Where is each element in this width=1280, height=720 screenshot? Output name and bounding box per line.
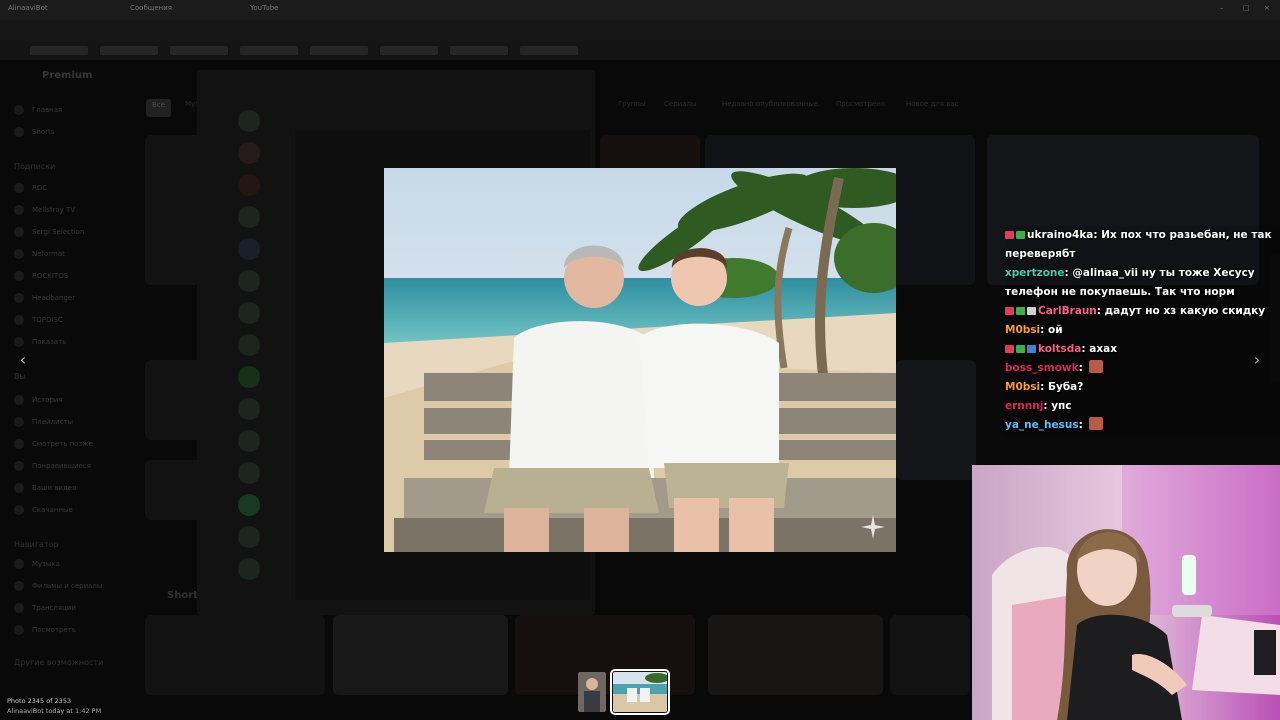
- chat-message: M0bsi: ой: [1005, 324, 1063, 336]
- streamer-webcam: [972, 465, 1280, 720]
- bookmarks-bar: [0, 42, 1280, 60]
- chat-username[interactable]: M0bsi: [1005, 324, 1040, 336]
- chat-username[interactable]: CarlBraun: [1038, 305, 1097, 317]
- previous-photo-button[interactable]: ‹: [15, 350, 31, 370]
- bookmark[interactable]: [30, 46, 88, 55]
- chat-message-text: Буба?: [1047, 381, 1084, 393]
- browser-tab[interactable]: YouTube: [250, 4, 278, 17]
- chat-username[interactable]: ukraino4ka: [1027, 229, 1093, 241]
- photo-sender-meta: AlinaaviBot today at 1:42 PM: [7, 707, 102, 715]
- tab-label: AlinaaviBot: [8, 4, 48, 12]
- chat-message: boss_smowk:: [1005, 359, 1280, 378]
- beach-photo-image: [384, 168, 896, 552]
- chat-message: CarlBraun: дадут но хз какую скидку: [1005, 302, 1280, 321]
- stream-chat: ukraino4ka: Их пох что разьебан, не так …: [1005, 226, 1280, 436]
- chat-badge-icon: [1005, 307, 1014, 315]
- chat-badge-icon: [1016, 307, 1025, 315]
- viewer-photo: [384, 168, 896, 552]
- chat-message: ernnnj: упс: [1005, 400, 1072, 412]
- minimize-button[interactable]: –: [1220, 4, 1224, 17]
- chat-badge-icon: [1027, 307, 1036, 315]
- chat-username[interactable]: boss_smowk: [1005, 362, 1079, 374]
- sparkle-icon: [860, 514, 886, 540]
- chat-message: M0bsi: Буба?: [1005, 381, 1084, 393]
- photo-thumbnail-active[interactable]: [610, 669, 670, 715]
- address-bar[interactable]: [0, 20, 1280, 42]
- chat-username[interactable]: koltsda: [1038, 343, 1081, 355]
- bookmark[interactable]: [380, 46, 438, 55]
- chat-badge-icon: [1005, 345, 1014, 353]
- bookmark[interactable]: [310, 46, 368, 55]
- chat-badge-icon: [1005, 231, 1014, 239]
- chat-emote-icon: [1089, 417, 1104, 430]
- chat-message: ya_ne_hesus:: [1005, 416, 1280, 435]
- chat-username[interactable]: M0bsi: [1005, 381, 1040, 393]
- chat-badge-icon: [1027, 345, 1036, 353]
- chat-emote-icon: [1089, 360, 1104, 373]
- chat-username[interactable]: ya_ne_hesus: [1005, 419, 1079, 431]
- tab-label: Сообщения: [130, 4, 173, 12]
- browser-tab[interactable]: Сообщения: [130, 4, 172, 17]
- chat-message: ukraino4ka: Их пох что разьебан, не так …: [1005, 229, 1272, 260]
- browser-tab-bar: AlinaaviBot Сообщения YouTube – □ ×: [0, 0, 1280, 20]
- tab-label: YouTube: [250, 4, 279, 12]
- webcam-feed-image: [972, 465, 1280, 720]
- bookmark[interactable]: [170, 46, 228, 55]
- bookmark[interactable]: [240, 46, 298, 55]
- chat-badge-icon: [1016, 231, 1025, 239]
- bookmark[interactable]: [100, 46, 158, 55]
- close-window-button[interactable]: ×: [1264, 4, 1270, 17]
- bookmark[interactable]: [520, 46, 578, 55]
- chat-message-text: ахах: [1089, 343, 1117, 355]
- chat-badge-icon: [1016, 345, 1025, 353]
- chat-message-text: упс: [1051, 400, 1072, 412]
- maximize-button[interactable]: □: [1243, 4, 1250, 17]
- chat-message-text: дадут но хз какую скидку: [1104, 305, 1266, 317]
- chat-message: xpertzone: @alinaa_vii ну ты тоже Хесусу…: [1005, 267, 1255, 298]
- photo-counter: Photo 2345 of 2353: [7, 697, 72, 705]
- browser-tab[interactable]: AlinaaviBot: [8, 4, 48, 17]
- chat-message-text: ой: [1047, 324, 1063, 336]
- chat-message: koltsda: ахах: [1005, 340, 1280, 359]
- photo-thumbnail[interactable]: [578, 672, 606, 712]
- bookmark[interactable]: [450, 46, 508, 55]
- chat-username[interactable]: ernnnj: [1005, 400, 1043, 412]
- chat-username[interactable]: xpertzone: [1005, 267, 1065, 279]
